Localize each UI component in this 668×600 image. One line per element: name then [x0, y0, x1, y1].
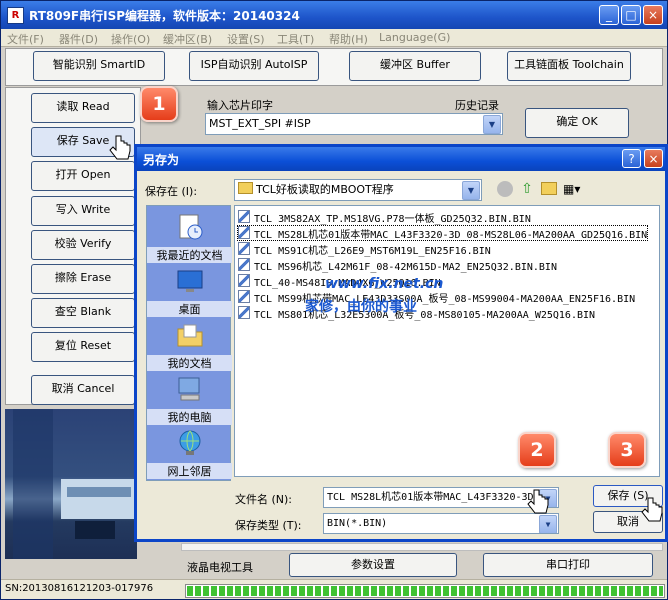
- hand-cursor-icon: [641, 497, 663, 522]
- serial-number: SN:20130816121203-017976: [5, 583, 154, 594]
- menu-device[interactable]: 器件(D): [59, 31, 98, 47]
- recent-docs-icon: [179, 214, 202, 240]
- bin-file-icon: [238, 210, 250, 223]
- bin-file-icon: [238, 274, 250, 287]
- place-desktop[interactable]: 桌面: [147, 266, 232, 317]
- title-bar[interactable]: R RT809F串行ISP编程器，软件版本：20140324 _ □ ×: [1, 1, 667, 29]
- progress-bar: [185, 584, 665, 598]
- place-recent[interactable]: 我最近的文档: [147, 212, 232, 263]
- read-button[interactable]: 读取 Read: [31, 93, 135, 123]
- app-icon[interactable]: R: [7, 7, 24, 24]
- up-folder-icon[interactable]: ⇧: [519, 181, 535, 197]
- chip-combo[interactable]: MST_EXT_SPI #ISP ▼: [205, 113, 503, 135]
- dialog-close-button[interactable]: ×: [644, 149, 663, 168]
- verify-button[interactable]: 校验 Verify: [31, 230, 135, 260]
- device-photo: [5, 409, 137, 559]
- save-in-combo[interactable]: TCL好板读取的MBOOT程序 ▼: [234, 179, 482, 201]
- filetype-select[interactable]: BIN(*.BIN) ▼: [323, 513, 559, 534]
- my-documents-icon: [177, 324, 202, 347]
- menu-help[interactable]: 帮助(H): [329, 31, 368, 47]
- save-in-value: TCL好板读取的MBOOT程序: [256, 183, 394, 196]
- auto-isp-button[interactable]: ISP自动识别 AutoISP: [189, 51, 319, 81]
- desktop-icon: [177, 270, 202, 292]
- reset-button[interactable]: 复位 Reset: [31, 332, 135, 362]
- smart-id-button[interactable]: 智能识别 SmartID: [33, 51, 165, 81]
- chip-label: 输入芯片印字: [207, 99, 273, 112]
- dialog-title-bar[interactable]: 另存为 ? ×: [137, 147, 665, 171]
- param-settings-button[interactable]: 参数设置: [289, 553, 457, 577]
- view-menu-icon[interactable]: ▦▾: [563, 181, 585, 197]
- list-item[interactable]: TCL MS99机芯带MAC_LE43D33S00A_板号_08-MS99004…: [238, 290, 635, 305]
- folder-icon: [238, 182, 253, 194]
- minimize-button[interactable]: _: [599, 5, 619, 25]
- new-folder-icon[interactable]: [541, 182, 557, 195]
- filename-field[interactable]: TCL MS28L机芯01版本带MAC_L43F3320-3D_0 ▼: [323, 487, 559, 508]
- bin-file-icon: [238, 226, 250, 239]
- status-bar: SN:20130816121203-017976: [1, 579, 667, 599]
- watermark-url: www.fix.net.cn: [325, 276, 444, 292]
- chevron-down-icon[interactable]: ▼: [462, 181, 480, 200]
- bottom-strip: [181, 543, 663, 551]
- menu-operate[interactable]: 操作(O): [111, 31, 150, 47]
- device-photo-art: [13, 409, 137, 559]
- list-item[interactable]: TCL 3MS82AX_TP.MS18VG.P78一体板_GD25Q32.BIN…: [238, 210, 531, 225]
- chip-ok-button[interactable]: 确定 OK: [525, 108, 629, 138]
- my-computer-icon: [178, 377, 199, 401]
- callout-2: 2: [518, 432, 556, 468]
- history-label: 历史记录: [455, 99, 499, 112]
- callout-1: 1: [140, 86, 178, 122]
- bin-file-icon: [238, 306, 250, 319]
- callout-3: 3: [608, 432, 646, 468]
- window-title: RT809F串行ISP编程器，软件版本：20140324: [29, 9, 300, 23]
- buffer-button[interactable]: 缓冲区 Buffer: [349, 51, 481, 81]
- list-item-selected[interactable]: TCL MS28L机芯01版本带MAC_L43F3320-3D_08-MS28L…: [236, 225, 649, 241]
- menu-buffer[interactable]: 缓冲区(B): [163, 31, 212, 47]
- cancel-button[interactable]: 取消 Cancel: [31, 375, 135, 405]
- help-button[interactable]: ?: [622, 149, 641, 168]
- place-my-documents[interactable]: 我的文档: [147, 320, 232, 371]
- filename-label: 文件名 (N):: [235, 493, 293, 506]
- open-button[interactable]: 打开 Open: [31, 161, 135, 191]
- blank-button[interactable]: 查空 Blank: [31, 298, 135, 328]
- menu-file[interactable]: 文件(F): [7, 31, 44, 47]
- serial-print-button[interactable]: 串口打印: [483, 553, 653, 577]
- dialog-title: 另存为: [143, 153, 180, 167]
- bin-file-icon: [238, 242, 250, 255]
- menu-bar: 文件(F) 器件(D) 操作(O) 缓冲区(B) 设置(S) 工具(T) 帮助(…: [1, 29, 667, 47]
- list-item[interactable]: TCL MS91C机芯_L26E9_MST6M19L_EN25F16.BIN: [238, 242, 491, 257]
- list-item[interactable]: TCL MS96机芯_L42M61F_08-42M615D-MA2_EN25Q3…: [238, 258, 557, 273]
- menu-language[interactable]: Language(G): [379, 31, 450, 44]
- hand-cursor-icon: [527, 489, 549, 514]
- menu-settings[interactable]: 设置(S): [227, 31, 265, 47]
- chevron-down-icon[interactable]: ▼: [483, 115, 501, 134]
- lcd-tool-label: 液晶电视工具: [187, 561, 253, 574]
- back-icon[interactable]: [497, 181, 513, 197]
- erase-button[interactable]: 擦除 Erase: [31, 264, 135, 294]
- toolchain-button[interactable]: 工具链面板 Toolchain: [507, 51, 631, 81]
- bin-file-icon: [238, 258, 250, 271]
- file-list[interactable]: TCL 3MS82AX_TP.MS18VG.P78一体板_GD25Q32.BIN…: [234, 205, 660, 477]
- save-as-dialog: 另存为 ? × 保存在 (I): TCL好板读取的MBOOT程序 ▼ ⇧ ▦▾ …: [134, 144, 668, 542]
- network-icon: [179, 430, 200, 455]
- chip-combo-value: MST_EXT_SPI #ISP: [209, 117, 311, 130]
- hand-cursor-icon: [109, 135, 131, 160]
- filetype-label: 保存类型 (T):: [235, 519, 302, 532]
- bin-file-icon: [238, 290, 250, 303]
- write-button[interactable]: 写入 Write: [31, 196, 135, 226]
- save-in-label: 保存在 (I):: [145, 185, 198, 198]
- place-network[interactable]: 网上邻居: [147, 428, 232, 479]
- menu-tools[interactable]: 工具(T): [277, 31, 314, 47]
- watermark-slogan: 家修，由你的事业: [305, 299, 417, 315]
- close-button[interactable]: ×: [643, 5, 663, 25]
- maximize-button[interactable]: □: [621, 5, 641, 25]
- places-bar: 我最近的文档 桌面 我的文档 我的电脑 网上邻居: [146, 205, 232, 481]
- place-my-computer[interactable]: 我的电脑: [147, 374, 232, 425]
